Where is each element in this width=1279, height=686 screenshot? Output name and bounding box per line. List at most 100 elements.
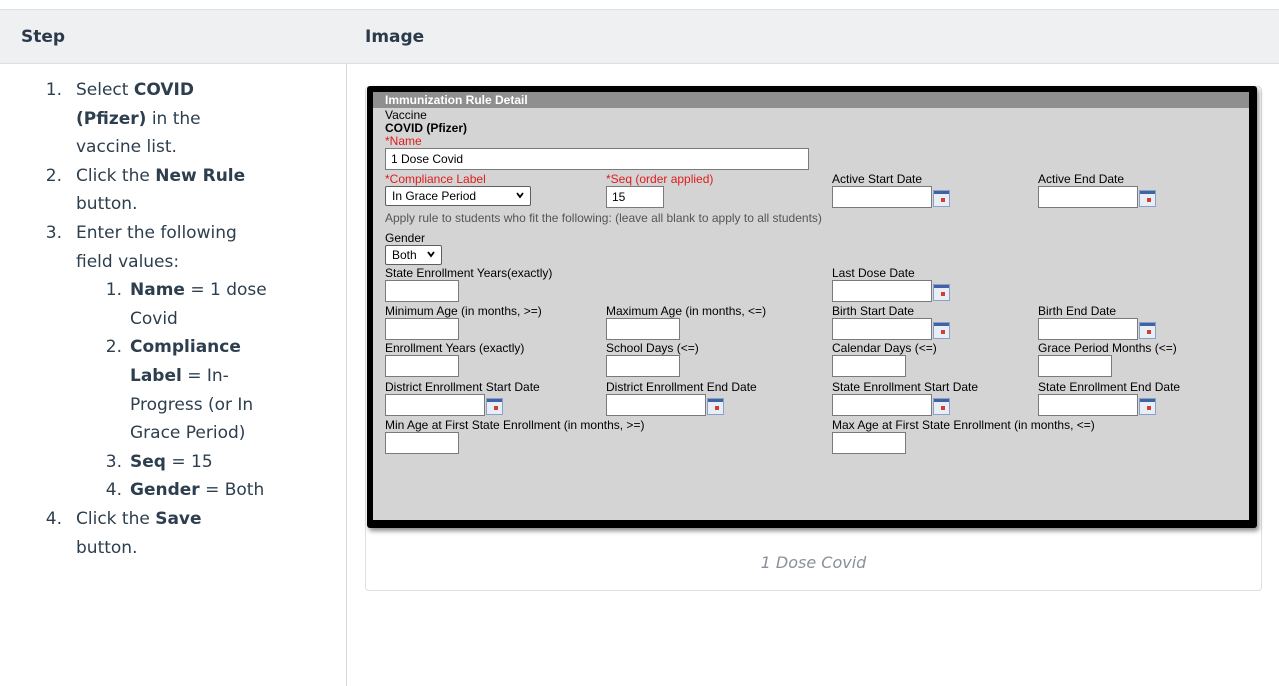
step-line: 4. Gender = Both [0, 476, 346, 505]
compliance-value: In Grace Period [392, 189, 477, 203]
step-line: 2. Compliance [0, 333, 346, 362]
state-enroll-years-label: State Enrollment Years(exactly) [385, 266, 553, 280]
seq-label: *Seq (order applied) [606, 172, 714, 186]
active-end-label: Active End Date [1038, 172, 1125, 186]
step-text: Progress (or In [130, 391, 253, 419]
step-number: 4. [105, 480, 122, 501]
min-age-input[interactable] [385, 318, 459, 340]
calendar-days-input[interactable] [832, 355, 906, 377]
step-text: field values: [76, 248, 179, 276]
district-start-input[interactable] [385, 394, 485, 416]
step-line: 4. Click the Save [0, 505, 346, 534]
screenshot-image: Immunization Rule Detail Vaccine COVID (… [367, 86, 1257, 528]
seq-input[interactable]: 15 [606, 186, 664, 208]
calendar-icon[interactable] [1139, 190, 1156, 207]
step-text-bold: Label [130, 366, 182, 386]
step-text-bold: Gender [130, 480, 200, 501]
step-text: Click the New Rule [76, 162, 245, 190]
step-text-segment: field values: [76, 251, 180, 272]
step-text: button. [76, 190, 137, 218]
active-start-input[interactable] [832, 186, 932, 208]
calendar-icon[interactable] [486, 398, 503, 415]
step-text: vaccine list. [76, 133, 177, 161]
gender-select[interactable]: Both [385, 245, 442, 265]
birth-start-input[interactable] [832, 318, 932, 340]
step-text-bold: COVID [133, 80, 194, 100]
calendar-days-label: Calendar Days (<=) [832, 341, 937, 355]
step-text: Enter the following [76, 219, 237, 247]
column-divider [346, 64, 347, 686]
enroll-years-label: Enrollment Years (exactly) [385, 341, 525, 355]
birth-end-input[interactable] [1038, 318, 1138, 340]
apply-note: Apply rule to students who fit the follo… [385, 211, 822, 225]
calendar-icon[interactable] [933, 322, 950, 339]
step-text: Click the Save [76, 505, 202, 533]
state-enroll-years-input[interactable] [385, 280, 459, 302]
min-age-first-label: Min Age at First State Enrollment (in mo… [385, 418, 645, 432]
last-dose-input[interactable] [832, 280, 932, 302]
calendar-icon[interactable] [933, 190, 950, 207]
panel-title: Immunization Rule Detail [373, 92, 1249, 108]
compliance-label: *Compliance Label [385, 172, 486, 186]
step-text-segment: in the [146, 108, 201, 129]
step-line: Covid [0, 305, 346, 334]
step-line: vaccine list. [0, 133, 346, 162]
step-text-segment: Select [76, 80, 134, 100]
step-text: Grace Period) [130, 419, 245, 447]
calendar-icon[interactable] [933, 284, 950, 301]
step-line: 3. Enter the following [0, 219, 346, 248]
step-text: Select COVID [76, 76, 194, 104]
step-number: 1. [45, 80, 62, 100]
step-line: 1. Name = 1 dose [0, 276, 346, 305]
step-text-segment: vaccine list. [76, 137, 177, 158]
state-start-input[interactable] [832, 394, 932, 416]
active-end-input[interactable] [1038, 186, 1138, 208]
calendar-icon[interactable] [707, 398, 724, 415]
district-end-label: District Enrollment End Date [606, 380, 757, 394]
max-age-first-input[interactable] [832, 432, 906, 454]
max-age-input[interactable] [606, 318, 680, 340]
min-age-first-input[interactable] [385, 432, 459, 454]
step-line: Grace Period) [0, 419, 346, 448]
max-age-first-label: Max Age at First State Enrollment (in mo… [832, 418, 1095, 432]
step-text-bold: Seq [130, 451, 166, 472]
grace-months-input[interactable] [1038, 355, 1112, 377]
min-age-label: Minimum Age (in months, >=) [385, 304, 542, 318]
state-end-input[interactable] [1038, 394, 1138, 416]
step-text: button. [76, 534, 137, 562]
gender-label: Gender [385, 231, 426, 245]
step-text: Name = 1 dose [130, 276, 267, 304]
step-text: (Pfizer) in the [76, 105, 201, 133]
calendar-icon[interactable] [933, 398, 950, 415]
last-dose-label: Last Dose Date [832, 266, 915, 280]
step-text-segment: Grace Period) [130, 423, 246, 444]
step-text-segment: Covid [130, 308, 178, 329]
birth-start-label: Birth Start Date [832, 304, 915, 318]
enroll-years-input[interactable] [385, 355, 459, 377]
step-text-bold: (Pfizer) [76, 108, 147, 129]
step-line: 2. Click the New Rule [0, 162, 346, 191]
step-line: button. [0, 190, 346, 219]
step-text-segment: Enter the following [76, 223, 237, 243]
calendar-icon[interactable] [1139, 322, 1156, 339]
documentation-table: Step Image 1. Select COVID (Pfizer) in the… [0, 0, 1279, 686]
step-line: Progress (or In [0, 391, 346, 420]
name-input[interactable]: 1 Dose Covid [385, 148, 809, 170]
compliance-select[interactable]: In Grace Period [385, 186, 531, 206]
district-start-label: District Enrollment Start Date [385, 380, 540, 394]
step-text: Gender = Both [130, 476, 264, 504]
step-line: 1. Select COVID [0, 76, 346, 105]
step-text: Seq = 15 [130, 448, 213, 476]
step-text-segment: button. [76, 194, 138, 215]
image-caption: 1 Dose Covid [760, 553, 867, 572]
step-text-bold: Compliance [130, 337, 241, 358]
step-number: 2. [105, 337, 122, 358]
step-text-segment: button. [76, 537, 138, 558]
header-image: Image [365, 27, 425, 47]
calendar-icon[interactable] [1139, 398, 1156, 415]
state-end-label: State Enrollment End Date [1038, 380, 1181, 394]
district-end-input[interactable] [606, 394, 706, 416]
school-days-input[interactable] [606, 355, 680, 377]
chevron-down-icon [516, 192, 524, 199]
table-header: Step Image [0, 9, 1279, 64]
